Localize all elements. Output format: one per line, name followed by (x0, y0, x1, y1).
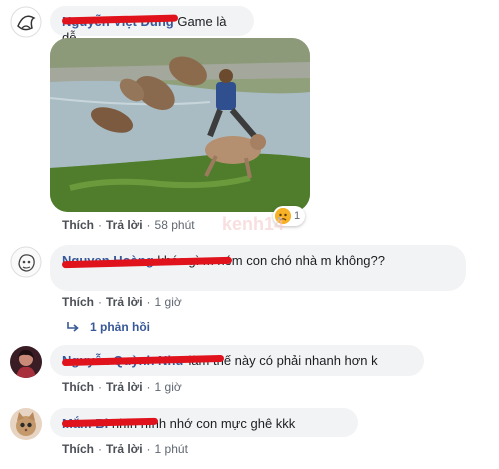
avatar[interactable] (10, 246, 42, 278)
separator-dot: · (98, 380, 102, 394)
like-link[interactable]: Thích (62, 442, 94, 456)
reaction-number: 1 (294, 210, 301, 222)
separator-dot: · (98, 295, 102, 309)
like-link[interactable]: Thích (62, 295, 94, 309)
replies-count: 1 phản hồi (90, 320, 150, 334)
reply-link[interactable]: Trả lời (106, 218, 143, 232)
avatar-sketch-icon (10, 6, 42, 38)
watermark: kenh14 (222, 214, 285, 234)
separator-dot: · (98, 218, 102, 232)
comment-bubble: Nguyen Hoàng khác gì m ném con chó nhà m… (50, 245, 466, 291)
like-link[interactable]: Thích (62, 380, 94, 394)
comment-time[interactable]: 1 phút (155, 442, 188, 456)
separator-dot: · (98, 442, 102, 456)
reply-arrow-icon (67, 322, 79, 332)
separator-dot: · (146, 295, 151, 309)
comment-actions: Thích · Trả lời · 1 giờ (62, 380, 182, 394)
comment-actions: Thích · Trả lời · 1 giờ (62, 295, 182, 309)
reply-link[interactable]: Trả lời (106, 380, 143, 394)
separator-dot: · (146, 380, 151, 394)
comment-actions: Thích · Trả lời · 58 phút (62, 218, 195, 232)
view-replies-link[interactable]: 1 phản hồi (66, 320, 150, 334)
comment-actions: Thích · Trả lời · 1 phút (62, 442, 188, 456)
comment-time[interactable]: 1 giờ (155, 295, 182, 309)
comment-time[interactable]: 58 phút (155, 218, 195, 232)
avatar-cat-icon (10, 408, 42, 440)
reply-link[interactable]: Trả lời (106, 295, 143, 309)
separator-dot: · (146, 218, 151, 232)
like-link[interactable]: Thích (62, 218, 94, 232)
avatar-photo-icon (10, 346, 42, 378)
avatar[interactable] (10, 6, 42, 38)
comment-time[interactable]: 1 giờ (155, 380, 182, 394)
reply-link[interactable]: Trả lời (106, 442, 143, 456)
comment-photo[interactable] (50, 38, 310, 212)
separator-dot: · (146, 442, 151, 456)
avatar[interactable] (10, 346, 42, 378)
avatar-cartoon-icon (10, 246, 42, 278)
photo-dogs-in-river-icon (50, 38, 310, 212)
avatar[interactable] (10, 408, 42, 440)
